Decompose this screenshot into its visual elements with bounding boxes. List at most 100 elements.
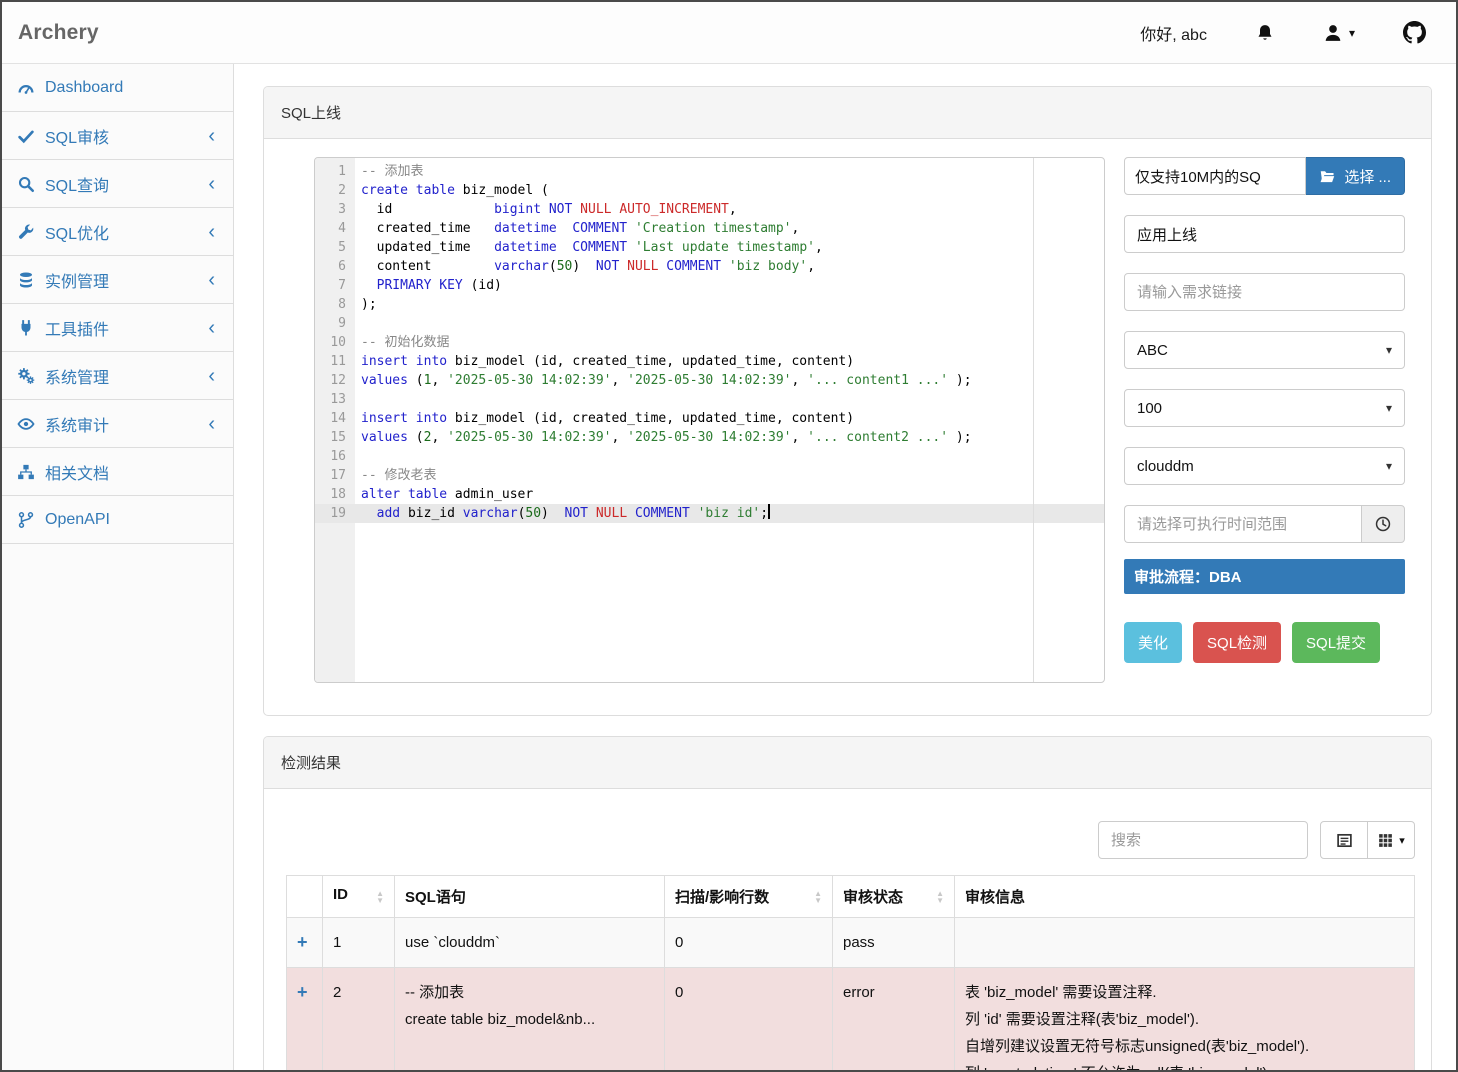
- sql-file-upload: 仅支持10M内的SQ 选择 ...: [1124, 157, 1405, 195]
- line-number: 17: [315, 466, 355, 485]
- code-line: 11insert into biz_model (id, created_tim…: [315, 352, 1104, 371]
- sidebar-item-system-manage[interactable]: 系统管理‹: [2, 352, 233, 400]
- beautify-button[interactable]: 美化: [1124, 622, 1182, 663]
- chevron-left-icon: ‹: [208, 318, 215, 338]
- chevron-left-icon: ‹: [208, 366, 215, 386]
- line-number: 11: [315, 352, 355, 371]
- line-number: 4: [315, 219, 355, 238]
- code-line: 10-- 初始化数据: [315, 333, 1104, 352]
- demand-link-input[interactable]: [1124, 273, 1405, 311]
- sidebar-item-sql-optimize[interactable]: SQL优化‹: [2, 208, 233, 256]
- approval-flow-value: DBA: [1209, 569, 1242, 586]
- sidebar-item-label: 实例管理: [45, 268, 109, 292]
- sql-submit-button[interactable]: SQL提交: [1292, 622, 1380, 663]
- sql-editor-lines: 1-- 添加表2create table biz_model (3 id big…: [315, 158, 1104, 523]
- cell-sql: use `clouddm`: [395, 918, 665, 968]
- code-line: 19 add biz_id varchar(50) NOT NULL COMME…: [315, 504, 1104, 523]
- caret-down-icon: ▾: [1399, 834, 1405, 847]
- line-number: 5: [315, 238, 355, 257]
- database-select[interactable]: clouddm▾: [1124, 447, 1405, 485]
- code-line: 6 content varchar(50) NOT NULL COMMENT '…: [315, 257, 1104, 276]
- column-header[interactable]: ID▲▼: [323, 876, 395, 918]
- column-header[interactable]: 审核状态▲▼: [833, 876, 955, 918]
- code-line: 14insert into biz_model (id, created_tim…: [315, 409, 1104, 428]
- check-result-body: ▾ ID▲▼SQL语句扫描/影响行数▲▼审核状态▲▼审核信息 +1use `cl…: [264, 789, 1431, 1070]
- column-header: SQL语句: [395, 876, 665, 918]
- github-link[interactable]: [1403, 21, 1426, 44]
- time-picker-addon[interactable]: [1361, 505, 1405, 543]
- check-result-panel-title: 检测结果: [264, 737, 1431, 789]
- table-row: +1use `clouddm`0pass: [287, 918, 1415, 968]
- sql-check-button[interactable]: SQL检测: [1193, 622, 1281, 663]
- sidebar-item-sql-query[interactable]: SQL查询‹: [2, 160, 233, 208]
- sidebar-item-label: SQL优化: [45, 220, 109, 244]
- action-buttons: 美化 SQL检测 SQL提交: [1124, 622, 1405, 663]
- approval-flow-bar: 审批流程：DBA: [1124, 559, 1405, 594]
- code-line: 13: [315, 390, 1104, 409]
- sidebar-item-label: SQL审核: [45, 124, 109, 148]
- gears-icon: [17, 367, 35, 385]
- sidebar-item-label: Dashboard: [45, 79, 123, 97]
- workflow-name-input[interactable]: [1124, 215, 1405, 253]
- chevron-left-icon: ‹: [208, 414, 215, 434]
- line-number: 8: [315, 295, 355, 314]
- cell-id: 2: [323, 968, 395, 1071]
- sidebar: DashboardSQL审核‹SQL查询‹SQL优化‹实例管理‹工具插件‹系统管…: [2, 64, 234, 1070]
- sidebar-item-openapi[interactable]: OpenAPI: [2, 496, 233, 544]
- line-number: 10: [315, 333, 355, 352]
- brand-logo[interactable]: Archery: [18, 21, 99, 45]
- api-icon: [17, 511, 35, 529]
- line-number: 15: [315, 428, 355, 447]
- chevron-left-icon: ‹: [208, 126, 215, 146]
- instance-select[interactable]: 100▾: [1124, 389, 1405, 427]
- code-line: 16: [315, 447, 1104, 466]
- wrench-icon: [17, 223, 35, 241]
- user-menu[interactable]: ▾: [1323, 23, 1355, 43]
- sidebar-item-related-docs[interactable]: 相关文档: [2, 448, 233, 496]
- sidebar-item-dashboard[interactable]: Dashboard: [2, 64, 233, 112]
- list-view-icon: [1336, 832, 1353, 849]
- sidebar-item-instance-manage[interactable]: 实例管理 ‹: [2, 256, 233, 304]
- time-range-input[interactable]: [1124, 505, 1361, 543]
- code-line: 9: [315, 314, 1104, 333]
- sidebar-item-system-audit[interactable]: 系统审计 ‹: [2, 400, 233, 448]
- run-time-range: [1124, 505, 1405, 543]
- dashboard-icon: [17, 79, 35, 97]
- group-select[interactable]: ABC▾: [1124, 331, 1405, 369]
- editor-divider: [1033, 158, 1034, 682]
- sql-online-panel-title: SQL上线: [264, 87, 1431, 139]
- expand-row-button[interactable]: +: [287, 918, 323, 968]
- user-icon: [1323, 23, 1343, 43]
- cell-sql: -- 添加表create table biz_model&nb...: [395, 968, 665, 1071]
- expand-row-button[interactable]: +: [287, 968, 323, 1071]
- chevron-left-icon: ‹: [208, 270, 215, 290]
- line-number: 19: [315, 504, 355, 523]
- line-number: 18: [315, 485, 355, 504]
- line-number: 12: [315, 371, 355, 390]
- sidebar-item-tool-plugins[interactable]: 工具插件‹: [2, 304, 233, 352]
- table-row: +2-- 添加表create table biz_model&nb...0err…: [287, 968, 1415, 1071]
- columns-button[interactable]: ▾: [1367, 821, 1415, 859]
- cell-affected-rows: 0: [665, 918, 833, 968]
- sort-icon: ▲▼: [376, 890, 384, 904]
- toggle-view-button[interactable]: [1320, 821, 1368, 859]
- database-icon: [17, 271, 35, 289]
- sort-icon: ▲▼: [936, 890, 944, 904]
- notifications-button[interactable]: [1255, 23, 1275, 43]
- code-line: 15values (2, '2025-05-30 14:02:39', '202…: [315, 428, 1104, 447]
- user-greeting: 你好, abc: [1140, 21, 1207, 45]
- submit-form: 仅支持10M内的SQ 选择 ...: [1124, 157, 1405, 683]
- code-line: 2create table biz_model (: [315, 181, 1104, 200]
- sidebar-item-label: OpenAPI: [45, 511, 110, 529]
- column-header[interactable]: 扫描/影响行数▲▼: [665, 876, 833, 918]
- cell-messages: 表 'biz_model' 需要设置注释.列 'id' 需要设置注释(表'biz…: [955, 968, 1415, 1071]
- sidebar-item-label: 系统审计: [45, 412, 109, 436]
- app-window: Archery 你好, abc ▾ DashboardSQL审核‹SQL查询‹S…: [0, 0, 1458, 1072]
- search-input[interactable]: [1098, 821, 1308, 859]
- line-number: 3: [315, 200, 355, 219]
- line-number: 13: [315, 390, 355, 409]
- sidebar-item-sql-audit[interactable]: SQL审核 ‹: [2, 112, 233, 160]
- clock-icon: [1374, 515, 1392, 533]
- sql-editor[interactable]: 1-- 添加表2create table biz_model (3 id big…: [314, 157, 1105, 683]
- choose-file-button[interactable]: 选择 ...: [1306, 157, 1405, 195]
